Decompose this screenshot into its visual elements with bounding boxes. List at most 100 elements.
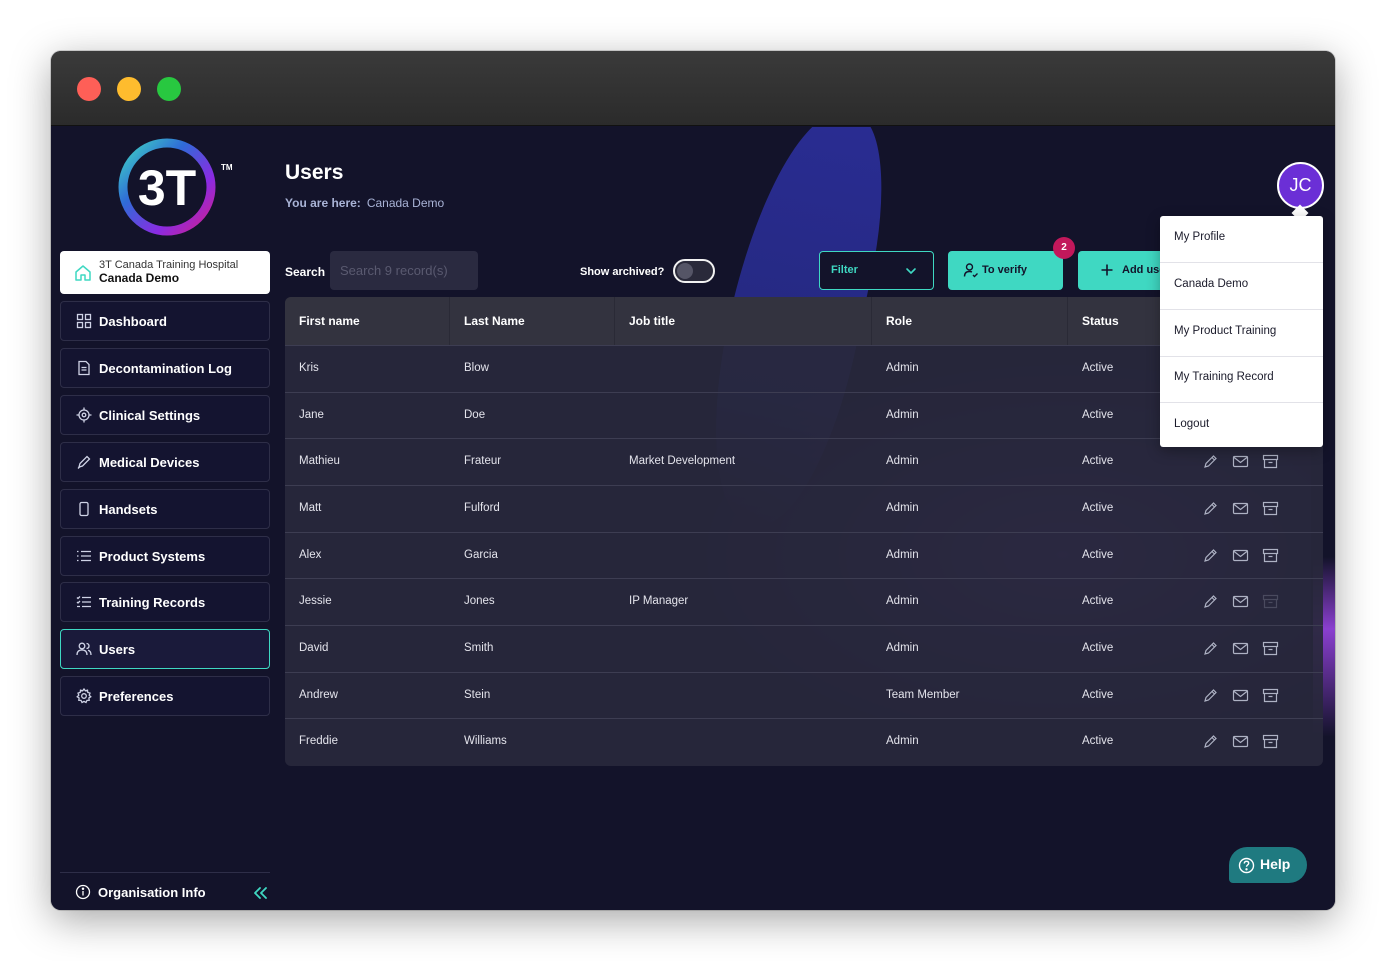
table-cell-first: Kris [299, 362, 319, 374]
table-cell-role: Admin [886, 642, 919, 654]
menu-item-my-training-record[interactable]: My Training Record [1160, 356, 1323, 403]
archive-icon[interactable] [1262, 687, 1279, 704]
close-window-button[interactable] [77, 77, 101, 101]
sidebar-item-label: Users [99, 642, 136, 657]
sidebar-item-users[interactable]: Users [60, 629, 270, 669]
edit-icon[interactable] [1202, 687, 1219, 704]
table-cell-role: Admin [886, 549, 919, 561]
sidebar-item-product-systems[interactable]: Product Systems [60, 536, 270, 576]
title-bar [51, 51, 1335, 126]
archive-icon[interactable] [1262, 500, 1279, 517]
home-icon [75, 265, 91, 281]
table-row[interactable]: Jessie Jones IP Manager Admin Active [285, 578, 1323, 625]
avatar[interactable]: JC [1277, 162, 1324, 209]
sidebar-item-decontamination-log[interactable]: Decontamination Log [60, 348, 270, 388]
menu-item-my-product-training[interactable]: My Product Training [1160, 310, 1323, 357]
archive-icon[interactable] [1262, 547, 1279, 564]
organisation-name: 3T Canada Training Hospital [99, 259, 239, 271]
mail-icon[interactable] [1232, 733, 1249, 750]
breadcrumb: You are here: Canada Demo [285, 196, 444, 210]
table-row[interactable]: David Smith Admin Active [285, 625, 1323, 672]
breadcrumb-current[interactable]: Canada Demo [367, 196, 444, 210]
sidebar-item-clinical-settings[interactable]: Clinical Settings [60, 395, 270, 435]
chevron-down-icon [906, 268, 916, 274]
question-icon [1238, 857, 1255, 874]
archive-icon[interactable] [1262, 593, 1279, 610]
sidebar-item-label: Product Systems [99, 549, 206, 564]
edit-icon[interactable] [1202, 547, 1219, 564]
table-row[interactable]: Andrew Stein Team Member Active [285, 672, 1323, 719]
table-cell-first: Alex [299, 549, 322, 561]
show-archived-label: Show archived? [580, 266, 665, 278]
menu-item-logout[interactable]: Logout [1160, 403, 1323, 450]
column-divider [871, 297, 872, 345]
edit-icon[interactable] [1202, 640, 1219, 657]
archive-icon[interactable] [1262, 640, 1279, 657]
help-button[interactable]: Help [1229, 847, 1307, 883]
archive-icon[interactable] [1262, 453, 1279, 470]
column-header-role[interactable]: Role [886, 314, 912, 328]
minimize-window-button[interactable] [117, 77, 141, 101]
table-cell-first: David [299, 642, 329, 654]
help-label: Help [1260, 856, 1291, 872]
sidebar-item-dashboard[interactable]: Dashboard [60, 301, 270, 341]
table-cell-first: Jane [299, 409, 324, 421]
mail-icon[interactable] [1232, 500, 1249, 517]
edit-icon[interactable] [1202, 593, 1219, 610]
menu-item-my-profile[interactable]: My Profile [1160, 216, 1323, 263]
column-header-job-title[interactable]: Job title [629, 314, 675, 328]
sidebar-item-handsets[interactable]: Handsets [60, 489, 270, 529]
sidebar-item-label: Preferences [99, 689, 174, 704]
double-chevron-left-icon[interactable] [251, 884, 269, 902]
table-cell-last: Smith [464, 642, 494, 654]
breadcrumb-label: You are here: [285, 196, 361, 210]
table-cell-last: Garcia [464, 549, 498, 561]
edit-icon[interactable] [1202, 500, 1219, 517]
sidebar-item-label: Clinical Settings [99, 408, 201, 423]
filter-dropdown[interactable]: Filter [819, 251, 934, 290]
table-cell-last: Williams [464, 735, 507, 747]
mail-icon[interactable] [1232, 453, 1249, 470]
table-cell-role: Team Member [886, 689, 960, 701]
table-cell-first: Jessie [299, 595, 332, 607]
column-header-first-name[interactable]: First name [299, 314, 360, 328]
app-window: 3T TM 3T Canada Training Hospital Canada… [51, 51, 1335, 910]
organisation-selector[interactable]: 3T Canada Training Hospital Canada Demo [60, 251, 270, 294]
column-header-last-name[interactable]: Last Name [464, 314, 525, 328]
toggle-knob [677, 263, 693, 279]
app-content: 3T TM 3T Canada Training Hospital Canada… [51, 127, 1335, 910]
column-header-status[interactable]: Status [1082, 314, 1119, 328]
menu-item-canada-demo[interactable]: Canada Demo [1160, 263, 1323, 310]
to-verify-button[interactable]: To verify [948, 251, 1063, 290]
archive-icon[interactable] [1262, 733, 1279, 750]
mail-icon[interactable] [1232, 687, 1249, 704]
mail-icon[interactable] [1232, 547, 1249, 564]
mail-icon[interactable] [1232, 593, 1249, 610]
search-input[interactable] [330, 251, 478, 290]
trademark-mark: TM [221, 163, 233, 172]
info-icon [75, 884, 91, 900]
mail-icon[interactable] [1232, 640, 1249, 657]
table-cell-last: Blow [464, 362, 489, 374]
sidebar-item-preferences[interactable]: Preferences [60, 676, 270, 716]
table-cell-job: Market Development [629, 455, 736, 467]
show-archived-toggle[interactable] [673, 259, 715, 283]
sidebar-item-training-records[interactable]: Training Records [60, 582, 270, 622]
table-cell-last: Doe [464, 409, 486, 421]
table-cell-status: Active [1082, 549, 1114, 561]
maximize-window-button[interactable] [157, 77, 181, 101]
table-row[interactable]: Matt Fulford Admin Active [285, 485, 1323, 532]
table-cell-status: Active [1082, 409, 1114, 421]
table-cell-status: Active [1082, 642, 1114, 654]
brand-logo[interactable]: 3T [115, 135, 219, 239]
target-icon [76, 407, 92, 423]
edit-icon[interactable] [1202, 733, 1219, 750]
list-icon [77, 550, 91, 562]
sidebar-item-medical-devices[interactable]: Medical Devices [60, 442, 270, 482]
menu-item-label: Canada Demo [1174, 278, 1249, 290]
column-divider [614, 297, 615, 345]
table-row[interactable]: Alex Garcia Admin Active [285, 532, 1323, 579]
edit-icon[interactable] [1202, 453, 1219, 470]
table-row[interactable]: Freddie Williams Admin Active [285, 718, 1323, 765]
document-icon [78, 360, 90, 376]
